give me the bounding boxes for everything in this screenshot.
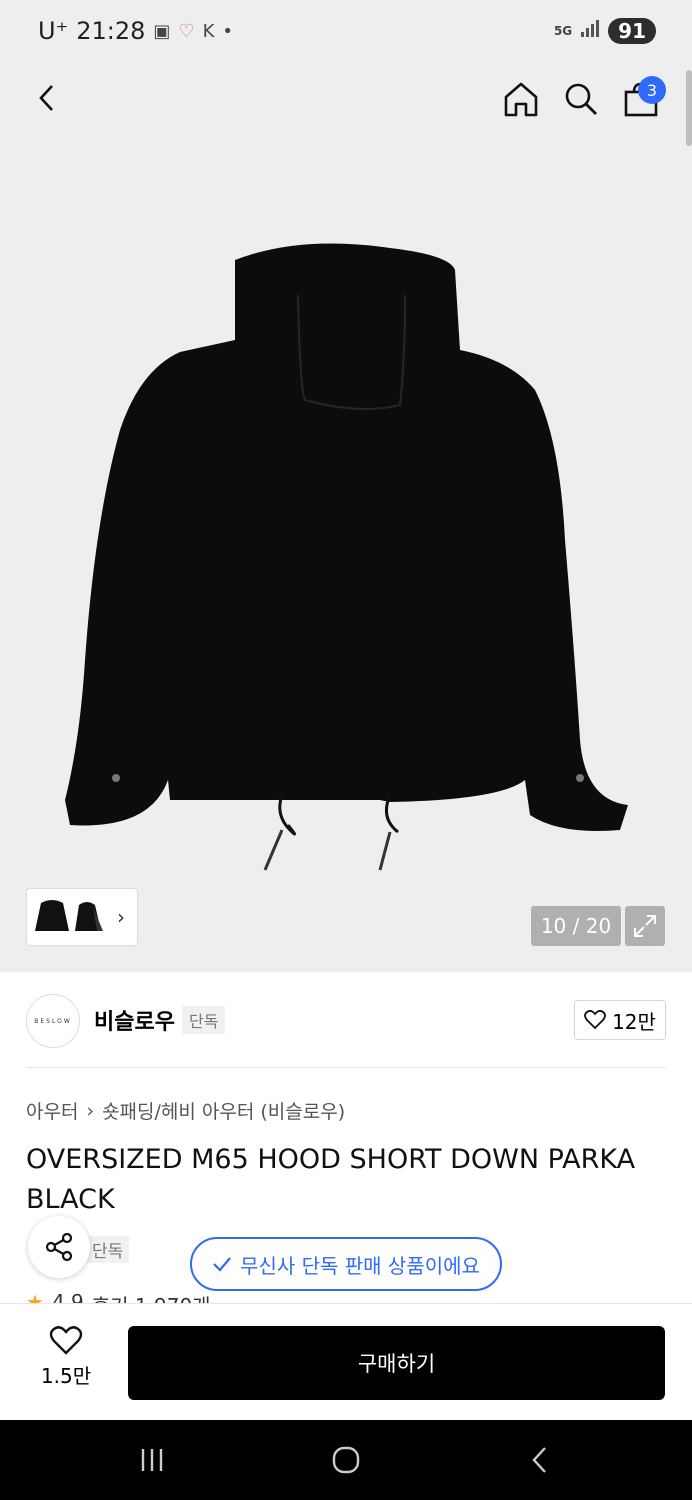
exclusive-tag: 단독 (86, 1236, 130, 1263)
thumbnail-image (35, 900, 69, 931)
product-title: OVERSIZED M65 HOOD SHORT DOWN PARKA BLAC… (26, 1144, 636, 1215)
brand-exclusive-tag: 단독 (182, 1006, 226, 1034)
thumbnail-image (75, 902, 103, 931)
chevron-right-icon: › (117, 905, 125, 929)
image-counter: 10 / 20 (531, 906, 621, 946)
star-icon: ★ (26, 1290, 44, 1304)
carrier: U⁺ (38, 17, 69, 45)
home-system-button[interactable] (326, 1440, 366, 1480)
divider (26, 1067, 666, 1068)
heart-icon (584, 1010, 606, 1030)
brand-like-button[interactable]: 12만 (574, 1000, 666, 1040)
wishlist-button[interactable]: 1.5만 (26, 1326, 106, 1406)
purchase-bar: 1.5만 구매하기 (0, 1303, 692, 1420)
search-button[interactable] (558, 76, 604, 122)
scrollbar[interactable] (686, 70, 692, 146)
brand-logo[interactable]: BESLOW (26, 994, 80, 1048)
share-icon (45, 1232, 73, 1262)
brand-name[interactable]: 비슬로우 (94, 1004, 175, 1036)
dot-icon: • (222, 20, 233, 42)
brand-row: BESLOW 비슬로우 단독 12만 (26, 992, 666, 1048)
breadcrumb-item[interactable]: 숏패딩/헤비 아우터 (비슬로우) (102, 1097, 345, 1124)
expand-button[interactable] (625, 906, 665, 946)
home-circle-icon (332, 1446, 360, 1474)
back-arrow-icon (532, 1447, 546, 1473)
screenshot-icon: ▣ (153, 20, 171, 42)
clock: 21:28 (76, 17, 146, 45)
recent-apps-button[interactable] (132, 1440, 172, 1480)
back-button[interactable] (26, 76, 70, 120)
expand-icon (634, 915, 656, 937)
home-icon (504, 82, 538, 117)
toast-text: 무신사 단독 판매 상품이에요 (240, 1253, 480, 1278)
exclusive-toast: 무신사 단독 판매 상품이에요 (190, 1237, 502, 1291)
product-image (65, 243, 628, 871)
heart-status-icon: ♡ (178, 20, 195, 42)
search-icon (565, 83, 597, 115)
product-page: U⁺ 21:28 ▣ ♡ K • 5G 91 3 › 10 / 20 BESLO… (0, 0, 692, 1500)
wishlist-count: 1.5만 (40, 1364, 92, 1388)
status-bar: U⁺ 21:28 ▣ ♡ K • 5G 91 (0, 0, 692, 62)
review-count: 후기 1,970개 (92, 1290, 211, 1304)
signal-icon (580, 19, 600, 43)
home-button[interactable] (498, 76, 544, 122)
back-system-button[interactable] (520, 1440, 560, 1480)
chevron-left-icon (39, 85, 53, 111)
rating-row[interactable]: ★ 4.9 후기 1,970개 (26, 1290, 211, 1304)
brand-like-count: 12만 (612, 1009, 656, 1034)
heart-icon (49, 1326, 83, 1355)
rating-value: 4.9 (51, 1290, 84, 1304)
breadcrumb: 아우터 › 숏패딩/헤비 아우터 (비슬로우) (26, 1097, 345, 1124)
cart-count-badge: 3 (638, 76, 666, 104)
chevron-right-icon: › (86, 1099, 95, 1122)
breadcrumb-item[interactable]: 아우터 (26, 1097, 78, 1124)
system-navigation-bar (0, 1420, 692, 1500)
thumbnail-strip[interactable]: › (26, 888, 138, 946)
product-image-gallery[interactable] (0, 62, 692, 972)
recent-apps-icon (141, 1449, 163, 1471)
battery-level: 91 (608, 18, 656, 44)
top-navigation (0, 62, 692, 136)
app-status-icon: K (202, 20, 215, 42)
share-button[interactable] (28, 1216, 90, 1278)
buy-button[interactable]: 구매하기 (128, 1326, 665, 1400)
network-type: 5G (553, 24, 573, 38)
check-icon (213, 1257, 231, 1272)
